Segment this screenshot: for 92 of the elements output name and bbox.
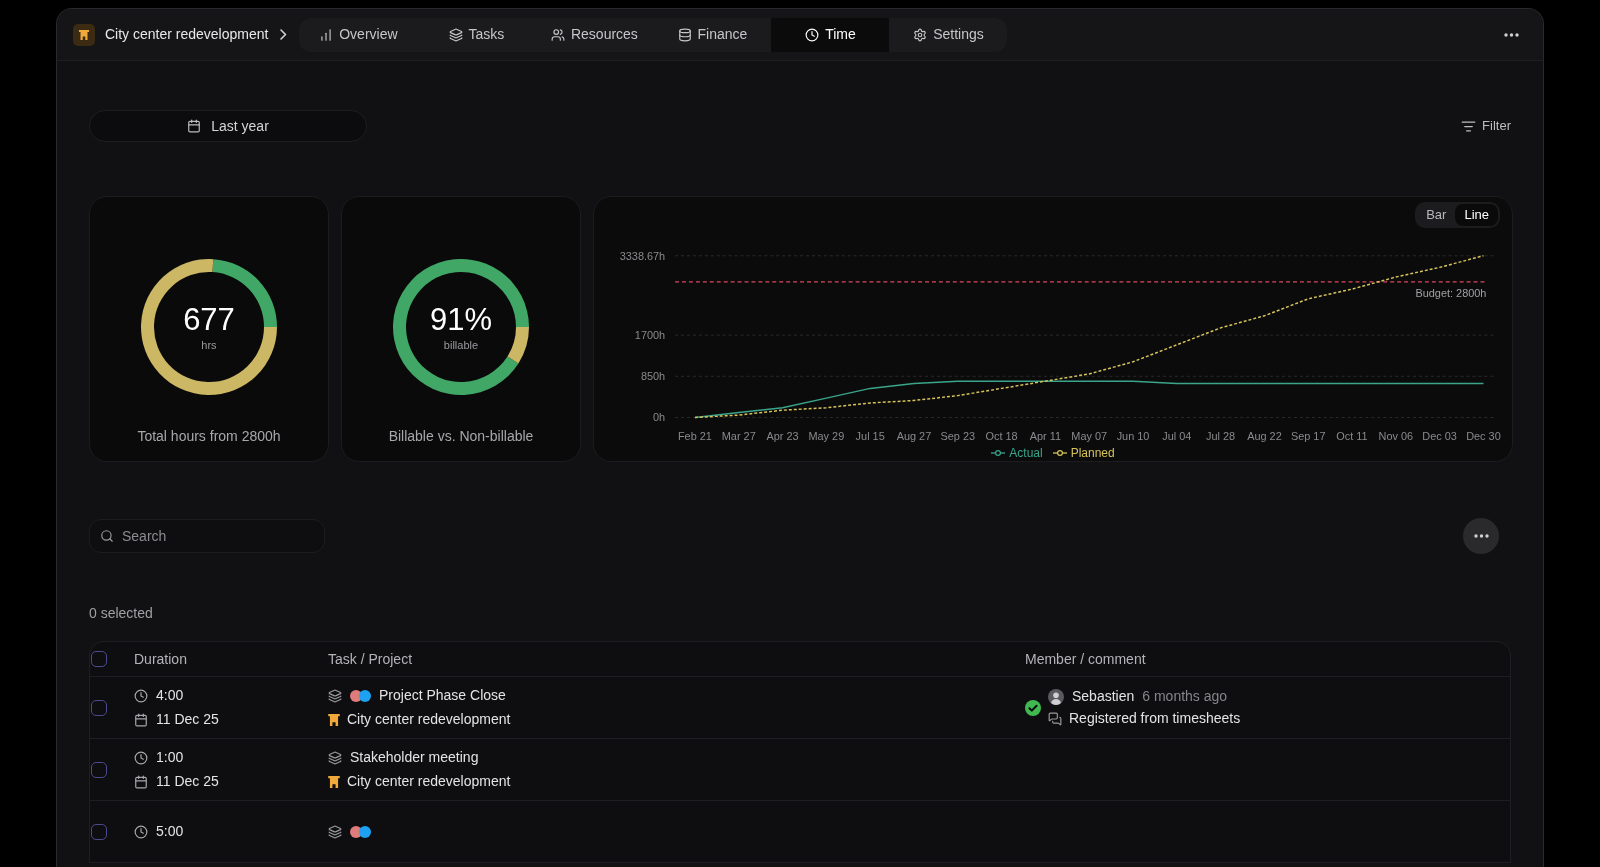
duration-value: 5:00 xyxy=(156,822,184,841)
checkbox[interactable] xyxy=(91,651,107,667)
comment-text: Registered from timesheets xyxy=(1069,709,1241,728)
x-tick-label: Nov 06 xyxy=(1378,430,1414,443)
comments-icon xyxy=(1048,711,1062,726)
x-tick-label: Oct 18 xyxy=(985,430,1018,443)
clock-icon xyxy=(134,688,148,703)
more-button[interactable] xyxy=(1463,518,1499,554)
x-tick-label: Oct 11 xyxy=(1336,430,1368,443)
building-icon xyxy=(328,775,340,788)
nav-tab[interactable]: Resources xyxy=(535,17,654,52)
task-name: Project Phase Close xyxy=(379,686,506,705)
x-tick-label: Jul 04 xyxy=(1162,430,1192,443)
calendar-icon xyxy=(187,119,202,133)
project-name: City center redevelopment xyxy=(347,710,511,729)
toggle-option[interactable]: Line xyxy=(1455,204,1498,226)
project-name: City center redevelopment xyxy=(347,772,511,791)
duration-value: 4:00 xyxy=(156,686,184,705)
stat-caption: Total hours from 2800h xyxy=(137,427,281,446)
clock-icon xyxy=(805,27,820,42)
layers-icon xyxy=(328,688,342,703)
member-name: Sebastien xyxy=(1072,687,1135,706)
x-tick-label: Aug 27 xyxy=(896,430,932,443)
stat-caption: Billable vs. Non-billable xyxy=(388,427,534,446)
users-icon xyxy=(550,27,565,42)
avatar-icon xyxy=(1048,688,1064,705)
y-tick-label: 0h xyxy=(653,411,666,424)
building-icon xyxy=(328,713,340,726)
x-tick-label: Jul 28 xyxy=(1206,430,1236,443)
x-tick-label: Jun 10 xyxy=(1116,430,1150,443)
selection-count: 0 selected xyxy=(89,604,153,622)
legend-marker-icon xyxy=(1052,450,1067,456)
search-field[interactable]: Search xyxy=(89,519,325,553)
layers-icon xyxy=(328,824,342,839)
nav-tab[interactable]: Settings xyxy=(889,17,1008,52)
filter-icon xyxy=(1461,118,1477,134)
x-tick-label: Sep 23 xyxy=(940,430,976,443)
layers-icon xyxy=(328,750,342,765)
y-tick-label: 3338.67h xyxy=(619,249,666,262)
clock-icon xyxy=(134,750,148,765)
x-tick-label: Mar 27 xyxy=(721,430,756,443)
checkbox[interactable] xyxy=(91,823,107,840)
x-tick-label: May 07 xyxy=(1071,430,1108,443)
column-header: Member / comment xyxy=(1025,649,1146,669)
search-icon xyxy=(100,529,114,543)
x-tick-label: Jul 15 xyxy=(855,430,885,443)
database-icon xyxy=(677,27,692,42)
date-text: 11 Dec 25 xyxy=(156,772,219,791)
x-tick-label: Sep 17 xyxy=(1290,430,1326,443)
calendar-icon xyxy=(134,774,148,789)
x-tick-label: Apr 23 xyxy=(766,430,799,443)
y-tick-label: 850h xyxy=(640,370,666,383)
checkbox[interactable] xyxy=(91,699,107,716)
toggle-option[interactable]: Bar xyxy=(1417,204,1456,226)
date-text: 11 Dec 25 xyxy=(156,710,219,729)
budget-label: Budget: 2800h xyxy=(1415,286,1487,299)
x-tick-label: Feb 21 xyxy=(677,430,712,443)
project-title: City center redevelopment xyxy=(105,25,269,44)
nav-tab[interactable]: Time xyxy=(771,17,890,52)
task-name: Stakeholder meeting xyxy=(350,748,479,767)
time-ago: 6 months ago xyxy=(1142,687,1228,706)
stat-value: 677 xyxy=(183,303,235,335)
x-tick-label: Aug 22 xyxy=(1247,430,1282,443)
stat-value: 91% xyxy=(429,303,492,335)
layers-icon xyxy=(448,27,463,42)
calendar-icon xyxy=(134,712,148,727)
x-tick-label: May 29 xyxy=(808,430,845,443)
stat-unit: hrs xyxy=(201,339,217,351)
x-tick-label: Dec 03 xyxy=(1422,430,1457,443)
x-tick-label: Dec 30 xyxy=(1466,430,1501,443)
settings-icon xyxy=(913,27,928,42)
date-range-button[interactable]: Last year xyxy=(89,110,367,142)
clock-icon xyxy=(134,824,148,839)
filter-button[interactable]: Filter xyxy=(1461,116,1511,136)
duration-value: 1:00 xyxy=(156,748,184,767)
legend-marker-icon xyxy=(991,450,1006,456)
chevron-right-icon xyxy=(280,29,288,40)
column-header: Task / Project xyxy=(328,649,413,669)
y-tick-label: 1700h xyxy=(634,328,666,341)
nav-tab[interactable]: Tasks xyxy=(417,17,536,52)
legend-label: Actual xyxy=(1009,445,1043,462)
legend-label: Planned xyxy=(1070,445,1115,462)
building-icon xyxy=(73,23,95,46)
more-icon xyxy=(1473,534,1489,538)
nav-tab[interactable]: Overview xyxy=(299,17,418,52)
bar-chart-icon xyxy=(319,27,334,42)
stat-unit: billable xyxy=(443,339,479,351)
column-header: Duration xyxy=(134,649,187,669)
checkbox[interactable] xyxy=(91,761,107,778)
x-tick-label: Apr 11 xyxy=(1029,430,1062,443)
nav-tab[interactable]: Finance xyxy=(653,17,772,52)
more-icon xyxy=(1504,32,1519,37)
